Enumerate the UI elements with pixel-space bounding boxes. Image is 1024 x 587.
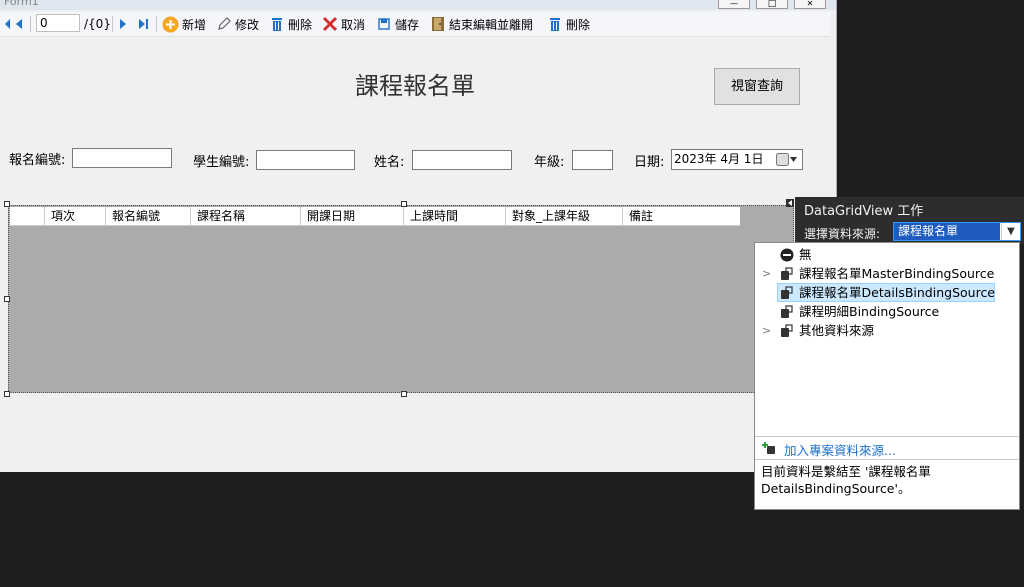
edit-button[interactable]: 修改 xyxy=(216,14,259,34)
maximize-button[interactable]: □ xyxy=(756,0,788,9)
move-next-button[interactable] xyxy=(116,14,130,34)
grid-column-header[interactable]: 上課時間 xyxy=(403,207,505,225)
binding-navigator-toolbar: 0 /{0} 新增 修改 刪除 取消 儲存 結束編輯並離開 刪除 xyxy=(0,12,830,37)
grid-row-header-corner xyxy=(10,207,44,225)
delete2-label: 刪除 xyxy=(566,17,591,32)
student-no-input[interactable] xyxy=(256,150,355,170)
position-input[interactable]: 0 xyxy=(36,14,80,32)
end-edit-label: 結束編輯並離開 xyxy=(449,17,534,32)
chevron-down-icon[interactable]: ▼ xyxy=(1001,223,1020,240)
resize-handle[interactable] xyxy=(401,391,407,397)
chevron-right-icon[interactable]: > xyxy=(762,264,771,283)
save-label: 儲存 xyxy=(395,17,420,32)
resize-handle[interactable] xyxy=(4,201,10,207)
source-item-details[interactable]: 課程報名單DetailsBindingSource xyxy=(755,283,1019,302)
move-prev-icon xyxy=(16,19,22,29)
move-next-icon xyxy=(120,19,126,29)
trash-icon xyxy=(272,18,282,31)
edit-label: 修改 xyxy=(235,17,260,32)
enroll-no-input[interactable] xyxy=(72,148,172,168)
data-source-combobox[interactable]: 課程報名單 ▼ xyxy=(893,222,1021,241)
tasks-title: DataGridView 工作 xyxy=(804,204,924,219)
add-label: 新增 xyxy=(182,17,207,32)
move-last-button[interactable] xyxy=(136,14,152,34)
grid-column-header[interactable]: 項次 xyxy=(44,207,105,225)
dropdown-divider xyxy=(755,459,1019,460)
door-icon xyxy=(432,17,444,31)
none-circle-icon xyxy=(780,248,794,262)
trash-icon xyxy=(550,18,560,31)
add-project-data-source-link[interactable]: 加入專案資料來源... xyxy=(784,440,896,459)
source-item-label: 課程報名單MasterBindingSource xyxy=(799,266,995,281)
date-picker[interactable]: 2023年 4月 1日 xyxy=(671,149,803,170)
toolbar-separator xyxy=(112,16,113,32)
source-item-master[interactable]: > 課程報名單MasterBindingSource xyxy=(755,264,1019,283)
grid-column-header[interactable]: 對象_上課年級 xyxy=(505,207,622,225)
delete2-button[interactable]: 刪除 xyxy=(547,14,590,34)
source-item-other[interactable]: > 其他資料來源 xyxy=(755,321,1019,340)
delete-button[interactable]: 刪除 xyxy=(269,14,312,34)
add-button[interactable]: 新增 xyxy=(162,14,206,34)
date-label: 日期: xyxy=(634,155,665,170)
source-item-none[interactable]: 無 xyxy=(755,245,1019,264)
source-item-label: 其他資料來源 xyxy=(799,323,875,338)
chevron-right-icon[interactable]: > xyxy=(762,321,771,340)
window-query-button[interactable]: 視窗查詢 xyxy=(714,68,800,105)
floppy-disk-icon xyxy=(378,18,390,30)
source-item-label: 無 xyxy=(799,247,812,262)
red-x-icon xyxy=(322,16,338,32)
smart-tag-glyph[interactable] xyxy=(786,199,794,207)
form-title: Form1 xyxy=(4,0,39,8)
move-prev-button[interactable] xyxy=(12,14,26,34)
grid-column-header[interactable]: 課程名稱 xyxy=(190,207,300,225)
resize-handle[interactable] xyxy=(4,391,10,397)
grid-column-header[interactable]: 報名編號 xyxy=(105,207,190,225)
grid-column-header[interactable]: 備註 xyxy=(622,207,740,225)
resize-handle[interactable] xyxy=(401,201,407,207)
form-title-bar: Form1 xyxy=(0,0,836,10)
smart-tag-arrow-icon xyxy=(788,200,792,206)
data-source-label: 選擇資料來源: xyxy=(804,227,881,241)
data-grid-view[interactable] xyxy=(8,205,794,393)
toolbar-separator xyxy=(30,16,31,32)
binding-source-icon xyxy=(781,286,793,299)
delete-label: 刪除 xyxy=(288,17,313,32)
enroll-no-label: 報名編號: xyxy=(9,153,66,168)
date-value: 2023年 4月 1日 xyxy=(674,152,764,166)
minimize-button[interactable]: — xyxy=(718,0,750,9)
end-edit-exit-button[interactable]: 結束編輯並離開 xyxy=(430,14,533,34)
datagridview-tasks-panel: DataGridView 工作 選擇資料來源: 課程報名單 ▼ xyxy=(795,197,1024,244)
pencil-icon xyxy=(218,17,231,30)
binding-source-icon xyxy=(781,324,793,337)
calendar-dropdown-icon[interactable] xyxy=(776,153,798,166)
dropdown-divider xyxy=(755,436,1019,437)
binding-source-icon xyxy=(781,267,793,280)
count-label: /{0} xyxy=(84,17,111,31)
close-button[interactable]: ✕ xyxy=(794,0,826,9)
grade-label: 年級: xyxy=(534,155,565,170)
add-icon xyxy=(162,16,179,32)
student-no-label: 學生編號: xyxy=(193,155,250,170)
cancel-label: 取消 xyxy=(341,17,366,32)
data-source-selected-value: 課程報名單 xyxy=(894,223,1000,240)
add-data-source-icon xyxy=(762,442,775,454)
cancel-button[interactable]: 取消 xyxy=(322,14,365,34)
grid-header-row: 項次 報名編號 課程名稱 開課日期 上課時間 對象_上課年級 備註 xyxy=(10,207,740,226)
grade-input[interactable] xyxy=(572,150,613,170)
name-input[interactable] xyxy=(412,150,512,170)
resize-handle[interactable] xyxy=(4,296,10,302)
binding-source-icon xyxy=(781,305,793,318)
source-item-label: 課程明細BindingSource xyxy=(799,304,940,319)
binding-status-text: 目前資料是繫結至 '課程報名單 DetailsBindingSource'。 xyxy=(761,464,931,496)
source-item-course-detail[interactable]: 課程明細BindingSource xyxy=(755,302,1019,321)
move-last-icon xyxy=(139,19,148,29)
name-label: 姓名: xyxy=(374,155,405,170)
grid-column-header[interactable]: 開課日期 xyxy=(300,207,403,225)
save-button[interactable]: 儲存 xyxy=(376,14,419,34)
data-source-dropdown: 無 > 課程報名單MasterBindingSource 課程報名單Detail… xyxy=(754,242,1020,510)
toolbar-separator xyxy=(156,16,157,32)
source-item-label: 課程報名單DetailsBindingSource xyxy=(799,285,996,300)
page-title: 課程報名單 xyxy=(355,72,475,100)
